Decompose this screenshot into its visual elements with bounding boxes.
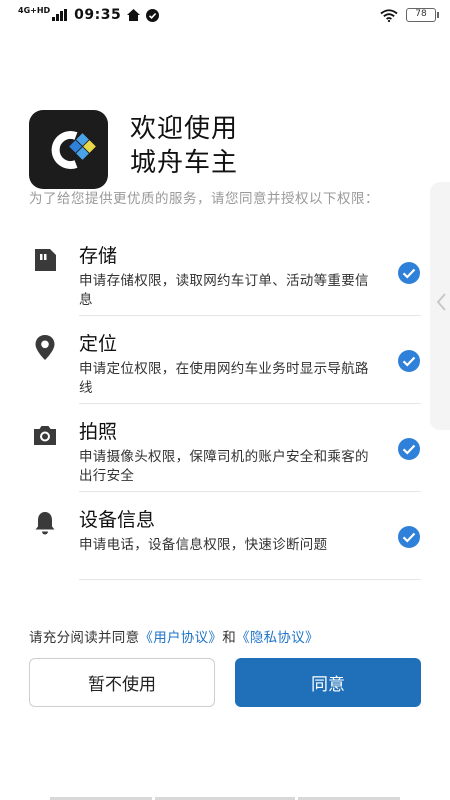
check-icon[interactable] [397, 261, 421, 285]
decline-button[interactable]: 暂不使用 [29, 658, 215, 707]
signal-group: 4G+HD [18, 6, 68, 21]
status-bar: 4G+HD 09:35 78 [0, 0, 450, 30]
app-logo-mark [51, 130, 96, 169]
home-icon [127, 9, 141, 21]
divider [79, 403, 421, 404]
network-label: 4G+HD [18, 6, 51, 15]
divider [79, 315, 421, 316]
permission-device-info: 设备信息 申请电话，设备信息权限，快速诊断问题 [29, 507, 421, 582]
intro-text: 为了给您提供更优质的服务，请您同意并授权以下权限： [29, 191, 379, 207]
header: 欢迎使用 城舟车主 [29, 110, 238, 189]
side-drawer-handle[interactable] [430, 182, 450, 430]
app-logo [29, 110, 108, 189]
divider [79, 579, 421, 580]
permission-description: 申请存储权限，读取网约车订单、活动等重要信息 [79, 273, 369, 308]
agree-button[interactable]: 同意 [235, 658, 421, 707]
permission-title: 存储 [79, 245, 118, 267]
check-icon[interactable] [397, 349, 421, 373]
permission-location: 定位 申请定位权限，在使用网约车业务时显示导航路线 [29, 331, 421, 406]
sd-card-icon [35, 249, 56, 271]
welcome-block: 欢迎使用 城舟车主 [130, 110, 238, 189]
permission-storage: 存储 申请存储权限，读取网约车订单、活动等重要信息 [29, 243, 421, 318]
chevron-left-icon [436, 293, 446, 311]
status-right: 78 [380, 8, 439, 22]
agreement-conjunction: 和 [222, 630, 237, 646]
permission-description: 申请定位权限，在使用网约车业务时显示导航路线 [79, 361, 369, 396]
permission-description: 申请摄像头权限，保障司机的账户安全和乘客的出行安全 [79, 449, 369, 484]
permission-title: 定位 [79, 333, 118, 355]
privacy-policy-link[interactable]: 《隐私协议》 [236, 630, 319, 646]
permission-title: 设备信息 [79, 509, 156, 531]
welcome-title: 欢迎使用 [130, 114, 239, 144]
check-icon[interactable] [397, 525, 421, 549]
signal-icon [52, 9, 68, 21]
permission-description: 申请电话，设备信息权限，快速诊断问题 [79, 537, 328, 553]
status-time: 09:35 [74, 7, 122, 23]
app-name: 城舟车主 [130, 148, 239, 178]
wifi-icon [380, 8, 398, 22]
user-agreement-link[interactable]: 《用户协议》 [139, 630, 222, 646]
check-icon[interactable] [397, 437, 421, 461]
location-pin-icon [35, 335, 55, 360]
camera-icon [34, 426, 56, 445]
bell-icon [35, 512, 55, 535]
permission-title: 拍照 [79, 421, 118, 443]
agreement-prefix: 请充分阅读并同意 [29, 630, 140, 646]
status-left: 4G+HD 09:35 [18, 6, 160, 23]
permission-camera: 拍照 申请摄像头权限，保障司机的账户安全和乘客的出行安全 [29, 419, 421, 494]
divider [79, 491, 421, 492]
agreement-text: 请充分阅读并同意《用户协议》和《隐私协议》 [29, 626, 319, 646]
battery-icon: 78 [406, 8, 439, 22]
check-circle-icon [146, 8, 160, 22]
